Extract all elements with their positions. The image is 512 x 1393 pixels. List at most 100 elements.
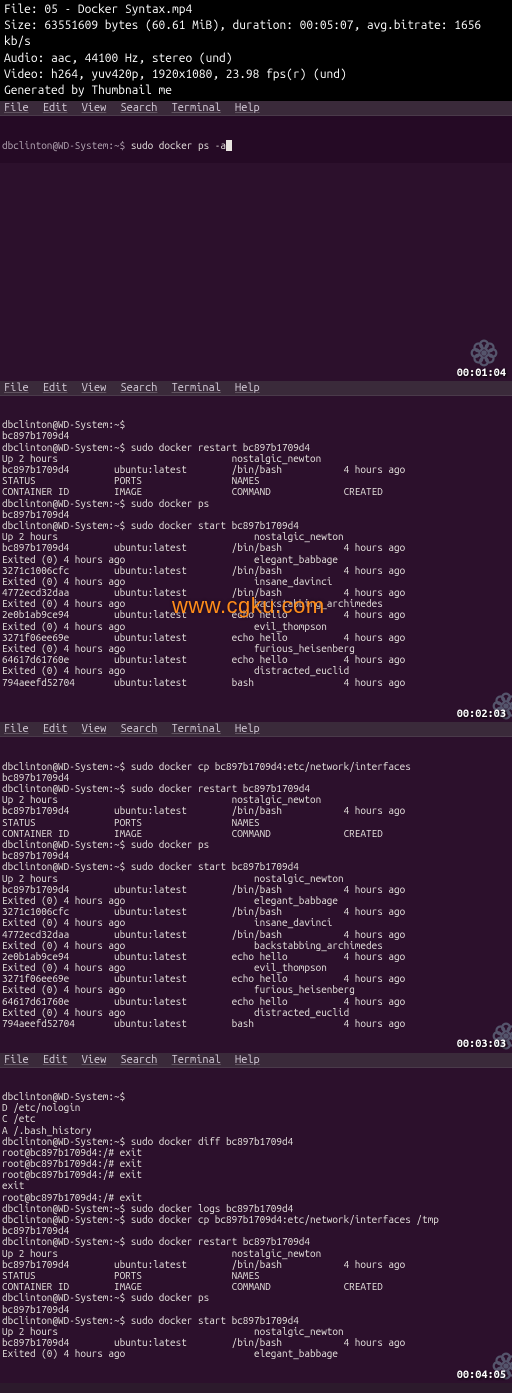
terminal-menubar: File Edit View Search Terminal Help [0,1053,512,1068]
menu-search[interactable]: Search [120,1054,157,1066]
menu-help[interactable]: Help [235,382,260,394]
terminal-line: dbclinton@WD-System:~$ sudo docker start… [2,520,510,531]
menu-search[interactable]: Search [120,382,157,394]
terminal-line: bc897b1709d4 [2,430,510,441]
prompt: dbclinton@WD-System:~$ [2,140,131,151]
terminal-line: CONTAINER ID IMAGE COMMAND CREATED [2,486,510,497]
flower-icon [470,1011,498,1039]
terminal-menubar: File Edit View Search Terminal Help [0,722,512,737]
terminal-line: dbclinton@WD-System:~$ sudo docker logs … [2,1203,510,1214]
terminal-line: STATUS PORTS NAMES [2,817,510,828]
terminal-line: bc897b1709d4 [2,1304,510,1315]
menu-edit[interactable]: Edit [43,723,68,735]
terminal-pane-c[interactable]: dbclinton@WD-System:~$ sudo docker cp bc… [0,737,512,1052]
terminal-line: Exited (0) 4 hours ago distracted_euclid [2,1007,510,1018]
terminal-line: dbclinton@WD-System:~$ sudo docker start… [2,1315,510,1326]
menu-help[interactable]: Help [235,102,260,114]
terminal-line: dbclinton@WD-System:~$ sudo docker ps [2,839,510,850]
terminal-line: Exited (0) 4 hours ago elegant_babbage [2,1348,510,1359]
terminal-line: dbclinton@WD-System:~$ sudo docker resta… [2,783,510,794]
terminal-line: C /etc [2,1113,510,1124]
terminal-line: root@bc897b1709d4:/# exit [2,1147,510,1158]
timestamp: 00:01:04 [457,367,506,379]
menu-help[interactable]: Help [235,1054,260,1066]
terminal-line: bc897b1709d4 [2,772,510,783]
menu-terminal[interactable]: Terminal [172,382,221,394]
terminal-line: dbclinton@WD-System:~$ sudo docker diff … [2,1136,510,1147]
terminal-line: Exited (0) 4 hours ago insane_davinci [2,576,510,587]
menu-search[interactable]: Search [120,723,157,735]
terminal-line: Up 2 hours nostalgic_newton [2,1248,510,1259]
terminal-line: bc897b1709d4 ubuntu:latest /bin/bash 4 h… [2,805,510,816]
terminal-line: Exited (0) 4 hours ago elegant_babbage [2,554,510,565]
terminal-line: Exited (0) 4 hours ago insane_davinci [2,917,510,928]
terminal-line: 3271c1006cfc ubuntu:latest /bin/bash 4 h… [2,565,510,576]
terminal-line: 64617d61760e ubuntu:latest echo hello 4 … [2,654,510,665]
terminal-line: root@bc897b1709d4:/# exit [2,1169,510,1180]
menu-file[interactable]: File [4,1054,29,1066]
terminal-line: dbclinton@WD-System:~$ [2,1091,510,1102]
timestamp: 00:03:03 [457,1038,506,1050]
terminal-menubar: File Edit View Search Terminal Help [0,101,512,116]
menu-terminal[interactable]: Terminal [172,723,221,735]
terminal-line: dbclinton@WD-System:~$ sudo docker ps [2,498,510,509]
terminal-pane-d[interactable]: dbclinton@WD-System:~$ D /etc/nologinC /… [0,1068,512,1383]
menu-view[interactable]: View [82,382,107,394]
terminal-line: Up 2 hours nostalgic_newton [2,794,510,805]
terminal-line: D /etc/nologin [2,1102,510,1113]
terminal-line: bc897b1709d4 [2,509,510,520]
timestamp: 00:04:05 [457,1369,506,1381]
video-metadata-header: File: 05 - Docker Syntax.mp4 Size: 63551… [0,0,512,101]
menu-terminal[interactable]: Terminal [172,102,221,114]
terminal-line: Exited (0) 4 hours ago elegant_babbage [2,895,510,906]
menu-view[interactable]: View [82,723,107,735]
terminal-line: 3271f06ee69e ubuntu:latest echo hello 4 … [2,632,510,643]
terminal-line: dbclinton@WD-System:~$ sudo docker resta… [2,1236,510,1247]
meta-video: Video: h264, yuv420p, 1920x1080, 23.98 f… [4,67,508,83]
menu-file[interactable]: File [4,102,29,114]
cursor-icon [226,140,232,151]
menu-file[interactable]: File [4,382,29,394]
meta-generated: Generated by Thumbnail me [4,83,508,99]
terminal-line: Up 2 hours nostalgic_newton [2,873,510,884]
terminal-line: bc897b1709d4 ubuntu:latest /bin/bash 4 h… [2,464,510,475]
terminal-menubar: File Edit View Search Terminal Help [0,381,512,396]
terminal-line: STATUS PORTS NAMES [2,475,510,486]
meta-size: Size: 63551609 bytes (60.61 MiB), durati… [4,18,508,50]
terminal-line: bc897b1709d4 ubuntu:latest /bin/bash 4 h… [2,884,510,895]
menu-search[interactable]: Search [120,102,157,114]
menu-file[interactable]: File [4,723,29,735]
watermark: www.cgku.com [172,594,325,619]
terminal-blank-area: 00:01:04 [0,163,512,381]
terminal-line: Exited (0) 4 hours ago evil_thompson [2,962,510,973]
terminal-line: CONTAINER ID IMAGE COMMAND CREATED [2,1281,510,1292]
terminal-line: Up 2 hours nostalgic_newton [2,531,510,542]
terminal-line: dbclinton@WD-System:~$ sudo docker start… [2,861,510,872]
terminal-line: bc897b1709d4 ubuntu:latest /bin/bash 4 h… [2,1337,510,1348]
menu-edit[interactable]: Edit [43,1054,68,1066]
menu-terminal[interactable]: Terminal [172,1054,221,1066]
menu-view[interactable]: View [82,1054,107,1066]
flower-icon [470,680,498,708]
terminal-pane-a[interactable]: dbclinton@WD-System:~$ sudo docker ps -a [0,116,512,163]
terminal-line: Exited (0) 4 hours ago evil_thompson [2,621,510,632]
terminal-line: 3271c1006cfc ubuntu:latest /bin/bash 4 h… [2,906,510,917]
terminal-line: 64617d61760e ubuntu:latest echo hello 4 … [2,996,510,1007]
terminal-line: root@bc897b1709d4:/# exit [2,1192,510,1203]
terminal-line: 3271f06ee69e ubuntu:latest echo hello 4 … [2,973,510,984]
terminal-line: STATUS PORTS NAMES [2,1270,510,1281]
menu-help[interactable]: Help [235,723,260,735]
terminal-line: dbclinton@WD-System:~$ sudo docker ps [2,1292,510,1303]
meta-file: File: 05 - Docker Syntax.mp4 [4,2,508,18]
flower-icon [470,1341,498,1369]
command-input[interactable]: sudo docker ps -a [131,140,226,151]
timestamp: 00:02:03 [457,708,506,720]
terminal-line: Exited (0) 4 hours ago furious_heisenber… [2,984,510,995]
meta-audio: Audio: aac, 44100 Hz, stereo (und) [4,51,508,67]
terminal-pane-b[interactable]: dbclinton@WD-System:~$ bc897b1709d4dbcli… [0,396,512,722]
menu-edit[interactable]: Edit [43,382,68,394]
terminal-line: CONTAINER ID IMAGE COMMAND CREATED [2,828,510,839]
menu-edit[interactable]: Edit [43,102,68,114]
menu-view[interactable]: View [82,102,107,114]
terminal-line: dbclinton@WD-System:~$ sudo docker cp bc… [2,761,510,772]
